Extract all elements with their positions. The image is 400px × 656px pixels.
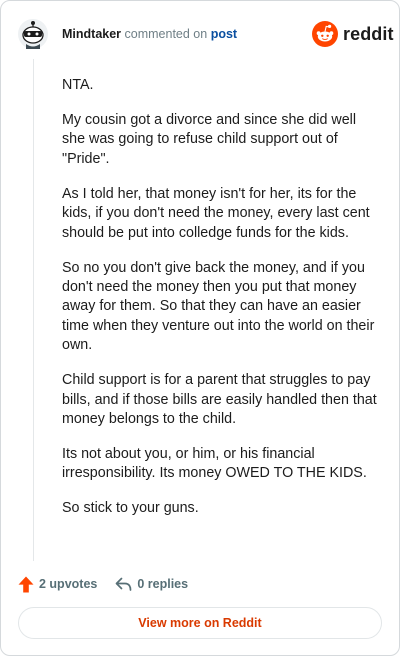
comment-paragraph: Child support is for a parent that strug… bbox=[62, 372, 377, 428]
comment-paragraph: Its not about you, or him, or his financ… bbox=[62, 446, 367, 482]
comment-card: Mindtaker commented on post reddit NTA. … bbox=[0, 0, 400, 656]
comment-actions: 2 upvotes 0 replies bbox=[18, 574, 188, 594]
post-link[interactable]: post bbox=[211, 27, 237, 41]
thread-line[interactable] bbox=[33, 59, 34, 561]
comment-paragraph: So stick to your guns. bbox=[62, 500, 199, 517]
comment-header: Mindtaker commented on post bbox=[62, 27, 237, 41]
upvote-arrow-icon bbox=[18, 576, 34, 592]
reddit-logo-icon bbox=[312, 21, 338, 47]
comment-action-text: commented on bbox=[124, 27, 208, 41]
reddit-logo[interactable]: reddit bbox=[312, 21, 394, 47]
reply-arrow-icon bbox=[116, 577, 132, 591]
comment-author[interactable]: Mindtaker bbox=[62, 27, 121, 41]
comment-body: NTA. My cousin got a divorce and since s… bbox=[62, 76, 382, 534]
comment-paragraph: NTA. bbox=[62, 77, 94, 93]
upvote-button[interactable]: 2 upvotes bbox=[18, 576, 97, 593]
replies-button[interactable]: 0 replies bbox=[115, 577, 188, 592]
reply-count: 0 replies bbox=[137, 577, 189, 591]
comment-paragraph: My cousin got a divorce and since she di… bbox=[62, 112, 357, 167]
comment-paragraph: So no you don't give back the money, and… bbox=[62, 259, 375, 354]
snoo-avatar-icon[interactable] bbox=[18, 19, 48, 49]
view-more-button[interactable]: View more on Reddit bbox=[18, 607, 382, 639]
comment-paragraph: As I told her, that money isn't for her,… bbox=[62, 185, 370, 241]
reddit-wordmark: reddit bbox=[343, 23, 394, 44]
upvote-count: 2 upvotes bbox=[39, 577, 98, 591]
